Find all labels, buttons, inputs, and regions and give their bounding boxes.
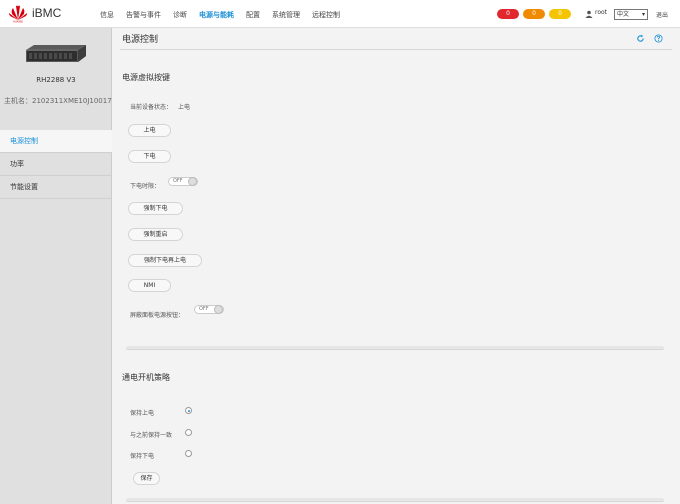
force-power-off-button[interactable]: 强制下电 (128, 202, 183, 215)
server-icon (26, 44, 87, 62)
policy-option-keep-off-radio[interactable] (185, 450, 192, 457)
power-off-button[interactable]: 下电 (128, 150, 171, 163)
sidebar-menu: 电源控制 功率 节能设置 (0, 130, 112, 199)
sidebar-item-power[interactable]: 功率 (0, 153, 112, 176)
force-power-cycle-button[interactable]: 强制下电再上电 (128, 254, 202, 267)
svg-text:HUAWEI: HUAWEI (13, 21, 23, 24)
power-on-button[interactable]: 上电 (128, 124, 171, 137)
brand-title: iBMC (32, 6, 62, 20)
sidebar-item-power-control[interactable]: 电源控制 (0, 130, 112, 153)
sidebar: RH2288 V3 主机名：2102311XME10J10017... 电源控制… (0, 28, 118, 504)
power-policy-title: 通电开机策略 (122, 373, 170, 382)
username: root (595, 9, 608, 16)
host-name: 主机名：2102311XME10J10017... (4, 97, 119, 105)
help-icon[interactable] (654, 34, 663, 43)
power-off-timeout-toggle[interactable]: OFF (168, 177, 198, 186)
nmi-button[interactable]: NMI (128, 279, 171, 292)
major-alarm-badge[interactable]: 0 (523, 9, 545, 19)
policy-option-restore-label: 与之前保持一致 (130, 432, 173, 439)
virtual-buttons-title: 电源虚拟按键 (122, 73, 170, 82)
toggle-knob (214, 305, 223, 314)
section-divider (126, 498, 664, 502)
language-value: 中文 (617, 11, 630, 18)
chevron-down-icon: ▾ (641, 11, 645, 18)
toggle-knob (188, 177, 197, 186)
policy-option-keep-on-label: 保持上电 (130, 410, 155, 417)
policy-option-keep-on-radio[interactable] (185, 407, 192, 414)
minor-alarm-badge[interactable]: 0 (549, 9, 571, 19)
nav-info[interactable]: 信息 (100, 10, 114, 20)
shield-panel-state: OFF (199, 306, 209, 312)
refresh-icon[interactable] (636, 34, 645, 43)
device-status-value: 上电 (178, 104, 191, 111)
save-button[interactable]: 保存 (133, 472, 160, 485)
nav-power-energy[interactable]: 电源与能耗 (199, 10, 234, 20)
main-content: 电源控制 电源虚拟按键 当前设备状态： 上电 上电 下电 下电时限： OFF 强… (112, 28, 680, 504)
nav-system-management[interactable]: 系统管理 (272, 10, 300, 20)
sidebar-item-energy-saving[interactable]: 节能设置 (0, 176, 112, 199)
user-icon (585, 10, 593, 18)
nav-diagnostics[interactable]: 诊断 (173, 10, 187, 20)
section-divider (126, 346, 664, 350)
page-title: 电源控制 (122, 35, 159, 45)
huawei-logo-icon: HUAWEI (9, 5, 27, 24)
power-off-timeout-state: OFF (173, 178, 183, 184)
top-bar: HUAWEI iBMC 信息 告警与事件 诊断 电源与能耗 配置 系统管理 远程… (0, 0, 680, 28)
policy-option-keep-off-label: 保持下电 (130, 453, 155, 460)
main-nav: 信息 告警与事件 诊断 电源与能耗 配置 系统管理 远程控制 (100, 10, 352, 20)
title-divider (120, 49, 672, 50)
force-restart-button[interactable]: 强制重启 (128, 228, 183, 241)
critical-alarm-badge[interactable]: 0 (497, 9, 519, 19)
nav-alarms-events[interactable]: 告警与事件 (126, 10, 161, 20)
nav-remote-control[interactable]: 远程控制 (312, 10, 340, 20)
device-status-label: 当前设备状态： (130, 104, 173, 111)
shield-panel-button-toggle[interactable]: OFF (194, 305, 224, 314)
nav-config[interactable]: 配置 (246, 10, 260, 20)
server-model: RH2288 V3 (36, 76, 76, 84)
logout-link[interactable]: 退出 (656, 10, 668, 19)
power-off-timeout-label: 下电时限： (130, 183, 161, 190)
shield-panel-button-label: 屏蔽面板电源按钮： (130, 312, 185, 319)
policy-option-restore-radio[interactable] (185, 429, 192, 436)
language-select[interactable]: 中文 ▾ (614, 9, 648, 20)
